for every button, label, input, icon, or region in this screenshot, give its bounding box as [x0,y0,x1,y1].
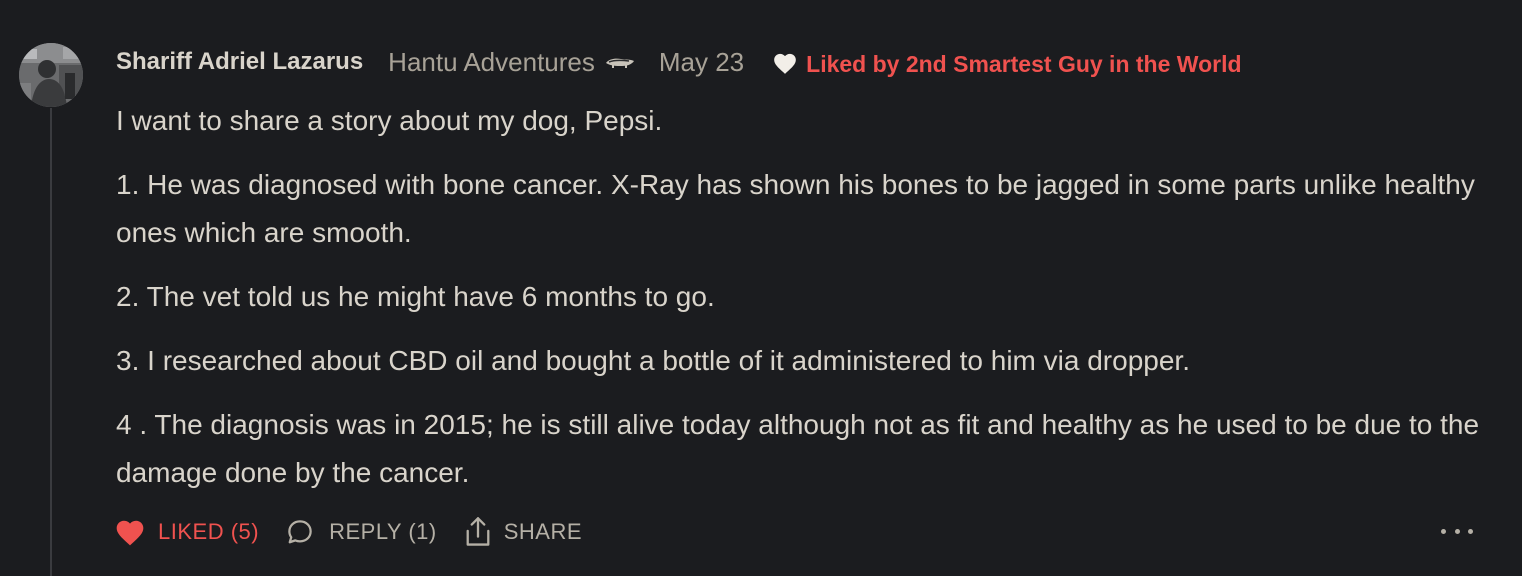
comment-paragraph: 2. The vet told us he might have 6 month… [116,281,715,312]
liked-by: Liked by 2nd Smartest Guy in the World [772,46,1242,78]
liked-by-label: Liked by 2nd Smartest Guy in the World [806,51,1242,77]
heart-filled-icon [114,517,146,547]
badger-icon [605,55,635,69]
author-name[interactable]: Shariff Adriel Lazarus [116,48,363,76]
ellipsis-dot [1441,528,1446,534]
publication-name[interactable]: Hantu Adventures [388,47,595,78]
share-icon [464,516,492,548]
thread-line[interactable] [50,108,52,576]
reply-label: REPLY (1) [329,519,437,544]
comment-paragraph: 1. He was diagnosed with bone cancer. X-… [116,169,1475,248]
comment-paragraph: 4 . The diagnosis was in 2015; he is sti… [116,409,1480,488]
comment-date[interactable]: May 23 [659,47,744,78]
comment-actions: LIKED (5) REPLY (1) SHARE [114,512,582,552]
comment-paragraph: 3. I researched about CBD oil and bought… [116,345,1190,376]
like-label: LIKED (5) [158,519,260,544]
ellipsis-dot [1454,528,1460,534]
comment-paragraph: I want to share a story about my dog, Pe… [116,105,663,136]
comment-header: Shariff Adriel Lazarus Hantu Adventures … [116,44,1242,80]
like-button[interactable]: LIKED (5) [114,517,259,547]
more-options-button[interactable] [1441,521,1473,541]
comment: Shariff Adriel Lazarus Hantu Adventures … [0,0,1522,576]
avatar[interactable] [19,43,83,107]
ellipsis-dot [1468,528,1473,534]
reply-button[interactable]: REPLY (1) [285,517,437,547]
share-button[interactable]: SHARE [464,516,582,548]
share-label: SHARE [503,519,583,544]
speech-bubble-icon [285,517,315,547]
comment-body: I want to share a story about my dog, Pe… [116,97,1496,513]
heart-icon [772,51,798,75]
